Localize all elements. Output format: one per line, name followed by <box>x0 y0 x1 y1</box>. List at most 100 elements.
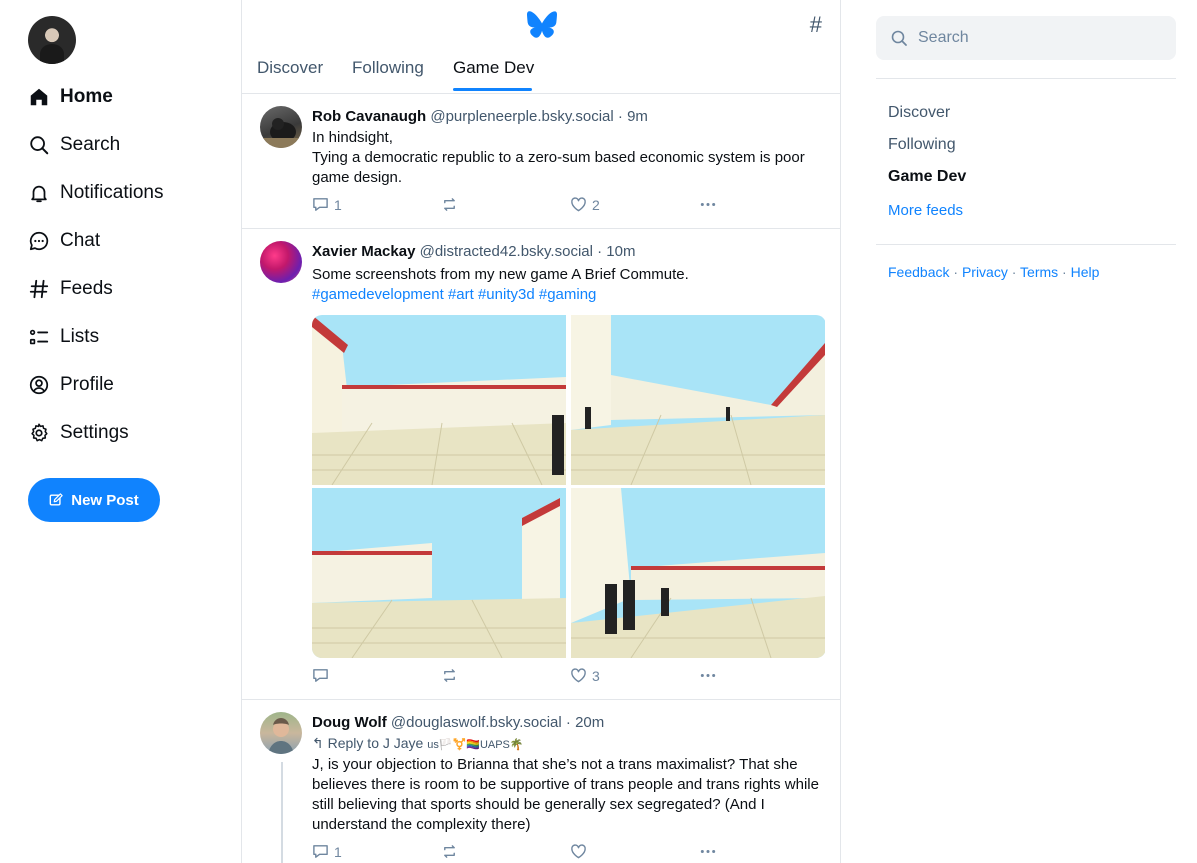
nav-notifications-label: Notifications <box>60 182 164 203</box>
post-header: Rob Cavanaugh @purpleneerple.bsky.social… <box>312 108 648 125</box>
list-icon <box>29 329 49 345</box>
author-handle[interactable]: @douglaswolf.bsky.social <box>391 714 562 731</box>
more-options-button[interactable] <box>698 196 723 213</box>
author-name[interactable]: Rob Cavanaugh <box>312 108 426 125</box>
like-count: 2 <box>592 196 600 213</box>
author-name[interactable]: Xavier Mackay <box>312 243 415 260</box>
nav-home[interactable]: Home <box>28 79 113 115</box>
thread-line <box>281 762 283 863</box>
post-text-line: In hindsight, <box>312 129 393 146</box>
more-options-button[interactable] <box>698 843 723 860</box>
profile-icon <box>29 375 49 395</box>
bluesky-logo-icon[interactable] <box>527 11 557 38</box>
repost-button[interactable] <box>441 196 463 213</box>
help-link[interactable]: Help <box>1071 264 1100 280</box>
post[interactable]: Xavier Mackay @distracted42.bsky.social … <box>242 229 840 700</box>
feedback-link[interactable]: Feedback <box>888 264 949 280</box>
nav-profile-label: Profile <box>60 374 114 395</box>
nav-feeds-label: Feeds <box>60 278 113 299</box>
repost-button[interactable] <box>441 843 463 860</box>
new-post-button[interactable]: New Post <box>28 478 160 522</box>
search-icon <box>891 30 907 46</box>
post-header: Doug Wolf @douglaswolf.bsky.social · 20m <box>312 714 604 731</box>
more-feeds-link[interactable]: More feeds <box>888 202 963 219</box>
nav-notifications[interactable]: Notifications <box>28 175 164 211</box>
sidebar-feed-game-dev[interactable]: Game Dev <box>888 168 966 186</box>
nav-profile[interactable]: Profile <box>28 367 114 403</box>
post-time[interactable]: 9m <box>627 108 648 125</box>
post-image[interactable] <box>571 315 825 485</box>
hashtag-link[interactable]: #gaming <box>539 286 597 303</box>
nav-chat[interactable]: Chat <box>28 223 100 259</box>
privacy-link[interactable]: Privacy <box>962 264 1008 280</box>
repost-icon <box>444 669 455 682</box>
nav-search[interactable]: Search <box>28 127 120 163</box>
reply-button[interactable]: 1 <box>312 196 342 213</box>
user-avatar[interactable] <box>28 16 76 64</box>
author-avatar[interactable] <box>260 106 302 148</box>
more-icon <box>700 849 716 854</box>
reply-to-name[interactable]: J Jaye <box>383 735 423 751</box>
reply-arrow-icon: ↰ <box>312 735 324 751</box>
like-button[interactable]: 2 <box>570 196 600 213</box>
post-time[interactable]: 20m <box>575 714 604 731</box>
sidebar-feed-following[interactable]: Following <box>888 136 956 154</box>
post[interactable]: Doug Wolf @douglaswolf.bsky.social · 20m… <box>242 700 840 863</box>
post-image[interactable] <box>312 315 566 485</box>
heart-icon <box>571 197 586 212</box>
author-handle[interactable]: @distracted42.bsky.social <box>420 243 593 260</box>
post-actions: 3 <box>312 667 732 687</box>
like-button[interactable] <box>570 843 592 860</box>
bell-icon <box>31 185 47 203</box>
more-icon <box>700 673 716 678</box>
hashtag-link[interactable]: #gamedevelopment <box>312 286 444 303</box>
sidebar-feed-discover[interactable]: Discover <box>888 104 950 122</box>
repost-icon <box>444 845 455 858</box>
divider <box>876 78 1176 79</box>
hashtag-link[interactable]: #art <box>448 286 474 303</box>
nav-feeds[interactable]: Feeds <box>28 271 113 307</box>
tab-game-dev[interactable]: Game Dev <box>453 58 534 78</box>
nav-settings[interactable]: Settings <box>28 415 129 451</box>
search-input[interactable] <box>918 29 1158 47</box>
reply-count: 1 <box>334 843 342 860</box>
tab-discover[interactable]: Discover <box>257 58 323 78</box>
author-avatar[interactable] <box>260 241 302 283</box>
repost-icon <box>444 198 455 211</box>
heart-icon <box>571 844 586 859</box>
author-handle[interactable]: @purpleneerple.bsky.social <box>430 108 613 125</box>
more-options-button[interactable] <box>698 667 723 684</box>
image-grid <box>312 315 826 658</box>
hashtag-link[interactable]: #unity3d <box>478 286 535 303</box>
like-count: 3 <box>592 667 600 684</box>
reply-icon <box>313 845 328 858</box>
feeds-hash-button[interactable]: # <box>810 12 822 38</box>
main-feed: # Discover Following Game Dev Rob Cavana… <box>241 0 841 863</box>
post-image[interactable] <box>312 488 566 658</box>
search-box[interactable] <box>876 16 1176 60</box>
gear-icon <box>31 423 48 442</box>
post-time[interactable]: 10m <box>606 243 635 260</box>
home-icon <box>30 88 48 106</box>
post[interactable]: Rob Cavanaugh @purpleneerple.bsky.social… <box>242 94 840 229</box>
footer-links: Feedback · Privacy · Terms · Help <box>888 264 1099 280</box>
like-button[interactable]: 3 <box>570 667 600 684</box>
author-avatar[interactable] <box>260 712 302 754</box>
reply-button[interactable]: 1 <box>312 843 342 860</box>
nav-lists[interactable]: Lists <box>28 319 99 355</box>
post-image[interactable] <box>571 488 825 658</box>
reply-button[interactable] <box>312 667 334 684</box>
nav-chat-label: Chat <box>60 230 101 251</box>
more-icon <box>700 202 716 207</box>
separator: · <box>617 108 623 125</box>
terms-link[interactable]: Terms <box>1020 264 1058 280</box>
footer-sep: · <box>949 264 962 280</box>
separator: · <box>597 243 603 260</box>
author-name[interactable]: Doug Wolf <box>312 714 387 731</box>
reply-icon <box>313 669 328 682</box>
tab-following[interactable]: Following <box>352 58 424 78</box>
repost-button[interactable] <box>441 667 463 684</box>
active-tab-indicator <box>453 88 532 91</box>
post-actions: 1 2 <box>312 196 732 216</box>
reply-context[interactable]: ↰ Reply to J Jaye us🏳️⚧️🏳️‍🌈UAPS🌴 <box>312 735 524 752</box>
